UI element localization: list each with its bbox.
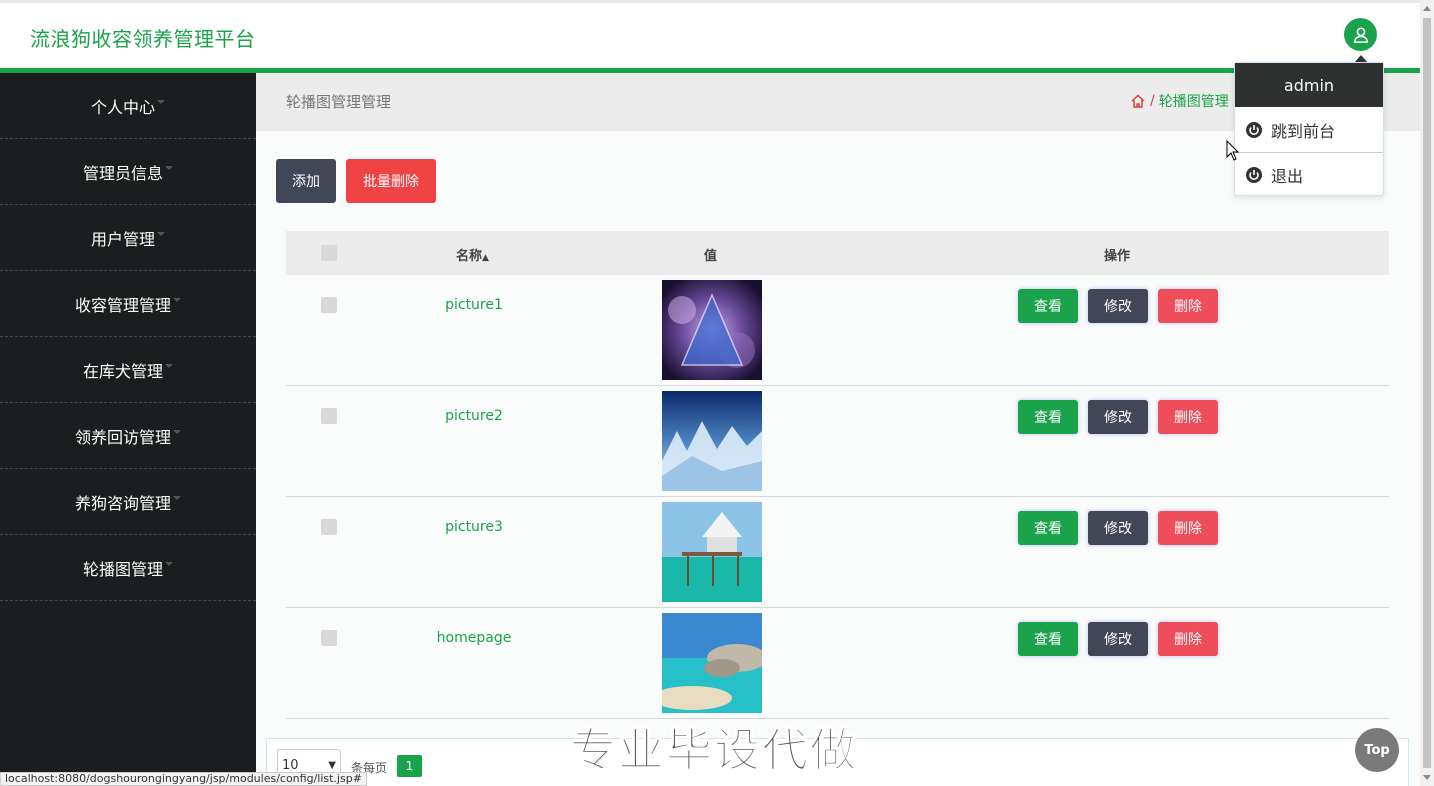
caret-down-icon <box>157 99 165 104</box>
back-to-top-button[interactable]: Top <box>1355 728 1399 772</box>
carousel-image <box>662 502 762 602</box>
page-title: 轮播图管理管理 <box>286 93 392 111</box>
table-row: picture2 查看 修改 删除 <box>286 386 1389 497</box>
scrollbar-thumb[interactable] <box>1423 18 1431 768</box>
caret-down-icon <box>173 297 181 302</box>
user-avatar-button[interactable] <box>1344 18 1377 51</box>
edit-button[interactable]: 修改 <box>1088 511 1148 545</box>
status-bar-url: localhost:8080/dogshourongingyang/jsp/mo… <box>0 772 367 786</box>
delete-button[interactable]: 删除 <box>1158 289 1218 323</box>
batch-delete-button[interactable]: 批量删除 <box>346 159 436 203</box>
sidebar-item-label: 管理员信息 <box>82 163 163 183</box>
user-icon <box>1353 26 1368 43</box>
view-button[interactable]: 查看 <box>1018 289 1078 323</box>
data-table: 名称▲︎ 值 操作 picture1 查看 修改 删除 picture2 查看 … <box>286 231 1389 719</box>
table-row: homepage 查看 修改 删除 <box>286 608 1389 719</box>
sidebar-item-personal-center[interactable]: 个人中心 <box>0 73 256 139</box>
caret-down-icon <box>165 363 173 368</box>
sidebar-item-label: 个人中心 <box>90 97 155 117</box>
sidebar-item-admin-info[interactable]: 管理员信息 <box>0 139 256 205</box>
delete-button[interactable]: 删除 <box>1158 622 1218 656</box>
vertical-scrollbar[interactable] <box>1420 0 1434 786</box>
add-button[interactable]: 添加 <box>276 159 336 203</box>
sort-icon: ▲︎ <box>482 253 489 263</box>
sidebar-item-label: 用户管理 <box>90 229 155 249</box>
row-actions: 查看 修改 删除 <box>1018 511 1218 545</box>
sidebar: 个人中心 管理员信息 用户管理 收容管理管理 在库犬管理 领养回访管理 养狗咨询… <box>0 73 256 786</box>
delete-button[interactable]: 删除 <box>1158 511 1218 545</box>
table-header: 名称▲︎ 值 操作 <box>286 231 1389 275</box>
watermark-text: 专业毕设代做 <box>570 723 858 778</box>
sidebar-item-dog-consulting[interactable]: 养狗咨询管理 <box>0 469 256 535</box>
carousel-image <box>662 391 762 491</box>
power-icon <box>1246 167 1262 183</box>
sidebar-item-label: 领养回访管理 <box>74 427 171 447</box>
row-checkbox[interactable] <box>321 630 337 646</box>
breadcrumb-current[interactable]: 轮播图管理 <box>1159 91 1229 111</box>
view-button[interactable]: 查看 <box>1018 622 1078 656</box>
logout-menu-item[interactable]: 退出 <box>1235 152 1383 197</box>
caret-down-icon <box>173 495 181 500</box>
delete-button[interactable]: 删除 <box>1158 400 1218 434</box>
top-header: 流浪狗收容领养管理平台 <box>0 0 1420 73</box>
sidebar-item-user-management[interactable]: 用户管理 <box>0 205 256 271</box>
table-row: picture1 查看 修改 删除 <box>286 275 1389 386</box>
caret-down-icon <box>165 561 173 566</box>
scroll-down-icon[interactable] <box>1423 775 1431 780</box>
carousel-image <box>662 280 762 380</box>
breadcrumb-separator: / <box>1150 93 1155 109</box>
breadcrumb: / 轮播图管理 <box>1130 91 1229 111</box>
column-header-value: 值 <box>704 249 718 264</box>
edit-button[interactable]: 修改 <box>1088 622 1148 656</box>
goto-front-menu-item[interactable]: 跳到前台 <box>1235 107 1383 152</box>
carousel-image <box>662 613 762 713</box>
row-actions: 查看 修改 删除 <box>1018 622 1218 656</box>
user-dropdown-menu: admin 跳到前台 退出 <box>1234 62 1384 196</box>
dropdown-username: admin <box>1235 63 1383 107</box>
sidebar-item-label: 在库犬管理 <box>82 361 163 381</box>
sidebar-item-shelter-management[interactable]: 收容管理管理 <box>0 271 256 337</box>
sidebar-item-dog-inventory[interactable]: 在库犬管理 <box>0 337 256 403</box>
sidebar-item-adoption-followup[interactable]: 领养回访管理 <box>0 403 256 469</box>
row-checkbox[interactable] <box>321 297 337 313</box>
column-header-name[interactable]: 名称▲︎ <box>456 245 489 264</box>
caret-down-icon <box>157 231 165 236</box>
scroll-up-icon[interactable] <box>1423 6 1431 11</box>
caret-down-icon <box>173 429 181 434</box>
view-button[interactable]: 查看 <box>1018 400 1078 434</box>
sidebar-item-label: 轮播图管理 <box>82 559 163 579</box>
app-title: 流浪狗收容领养管理平台 <box>30 27 256 51</box>
view-button[interactable]: 查看 <box>1018 511 1078 545</box>
mouse-cursor-icon <box>1226 140 1240 161</box>
edit-button[interactable]: 修改 <box>1088 289 1148 323</box>
edit-button[interactable]: 修改 <box>1088 400 1148 434</box>
row-actions: 查看 修改 删除 <box>1018 400 1218 434</box>
row-actions: 查看 修改 删除 <box>1018 289 1218 323</box>
page-number-button[interactable]: 1 <box>397 755 422 777</box>
row-checkbox[interactable] <box>321 408 337 424</box>
sidebar-item-label: 收容管理管理 <box>74 295 171 315</box>
select-all-checkbox[interactable] <box>321 245 337 261</box>
caret-down-icon <box>165 165 173 170</box>
table-row: picture3 查看 修改 删除 <box>286 497 1389 608</box>
sidebar-item-label: 养狗咨询管理 <box>74 493 171 513</box>
row-checkbox[interactable] <box>321 519 337 535</box>
column-header-actions: 操作 <box>1104 249 1131 264</box>
sidebar-item-carousel-management[interactable]: 轮播图管理 <box>0 535 256 601</box>
power-icon <box>1246 121 1262 138</box>
home-icon[interactable] <box>1130 93 1146 109</box>
